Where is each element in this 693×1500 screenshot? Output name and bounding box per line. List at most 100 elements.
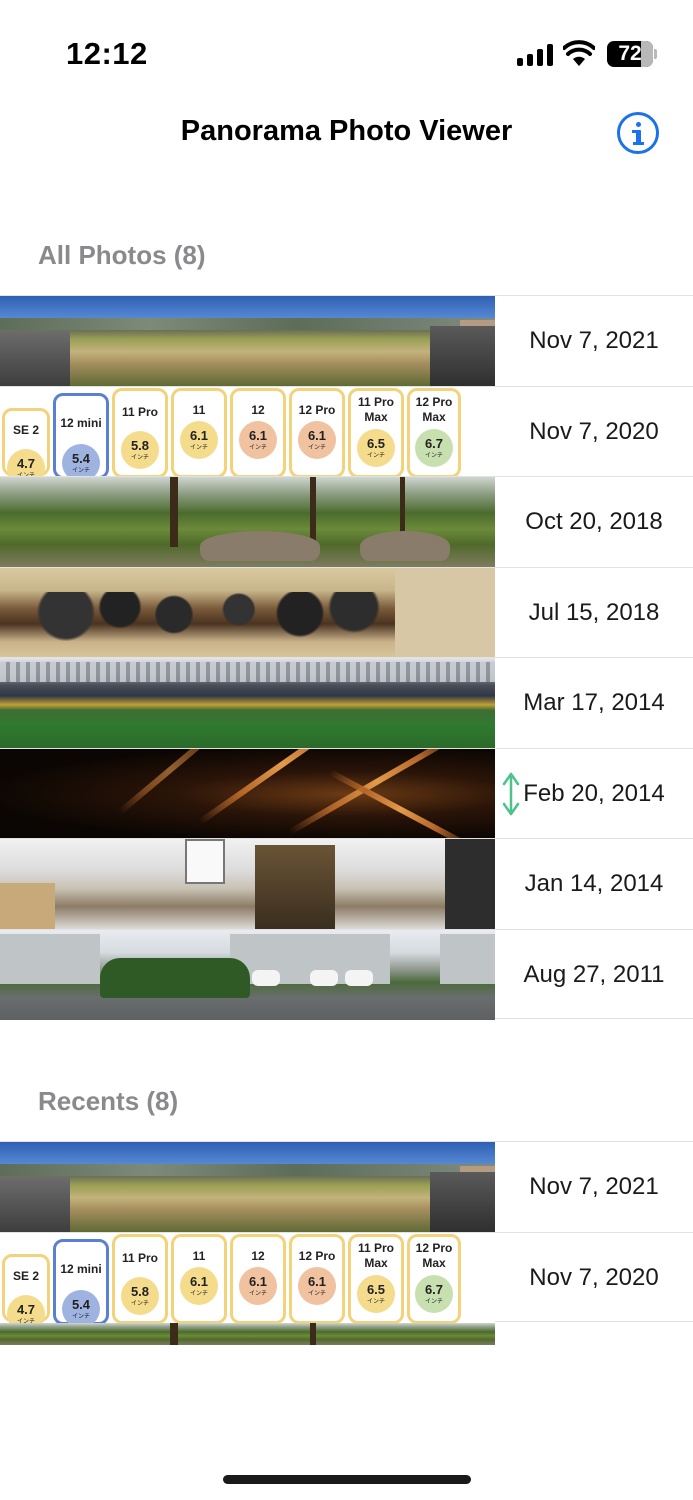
- status-time: 12:12: [66, 36, 148, 71]
- iphone-size-value: 6.1: [248, 427, 268, 443]
- iphone-size-value: 5.8: [130, 1283, 150, 1299]
- photo-date: Oct 20, 2018: [525, 508, 663, 535]
- photo-thumbnail[interactable]: [0, 477, 495, 567]
- photo-thumbnail[interactable]: [0, 296, 495, 386]
- iphone-size-badge: 5.8 インチ: [121, 430, 159, 469]
- battery-level: 72: [618, 42, 642, 65]
- photo-date: Nov 7, 2021: [529, 327, 659, 354]
- wifi-icon: [563, 40, 595, 66]
- photo-thumbnail[interactable]: [0, 658, 495, 748]
- iphone-size-value: 6.7: [424, 1281, 444, 1297]
- cellular-signal-icon: [517, 44, 553, 66]
- photo-row[interactable]: Feb 20, 2014: [0, 747, 693, 839]
- iphone-size-value: 6.5: [366, 1281, 386, 1297]
- photo-thumbnail[interactable]: [0, 1142, 495, 1232]
- photo-row[interactable]: Jul 15, 2018: [0, 566, 693, 658]
- photo-row[interactable]: SE 2 4.7 インチ 12 mini 5.4 インチ 11 Pro 5.8 インチ 11 6.1…: [0, 1231, 693, 1323]
- photo-date: Mar 17, 2014: [523, 689, 665, 716]
- photo-row[interactable]: SE 2 4.7 インチ 12 mini 5.4 インチ 11 Pro 5.8 インチ 11 6.1…: [0, 385, 693, 477]
- iphone-size-badge: 6.1 インチ: [298, 420, 336, 459]
- iphone-size-value: 5.8: [130, 437, 150, 453]
- iphone-size-unit: インチ: [248, 444, 267, 451]
- iphone-size-badge: 6.5 インチ: [357, 1274, 395, 1313]
- iphone-illustration: 12 Pro 6.1 インチ: [289, 1233, 345, 1323]
- iphone-illustration: 12 mini 5.4 インチ: [53, 1238, 109, 1323]
- iphone-size-unit: インチ: [71, 467, 90, 474]
- page-title: Panorama Photo Viewer: [180, 115, 513, 147]
- iphone-size-unit: インチ: [248, 1290, 267, 1297]
- status-bar: 12:12 72: [0, 0, 693, 100]
- iphone-illustration: SE 2 4.7 インチ: [2, 407, 50, 477]
- home-indicator[interactable]: [223, 1475, 471, 1484]
- all-photos-list: Nov 7, 2021 SE 2 4.7 インチ 12 mini 5.4 インチ 11 Pr…: [0, 295, 693, 1020]
- iphone-size-value: 5.4: [71, 1296, 91, 1312]
- iphone-size-badge: 6.5 インチ: [357, 428, 395, 467]
- iphone-size-unit: インチ: [307, 1290, 326, 1297]
- iphone-model-label: 12 Pro Max: [415, 1240, 453, 1270]
- iphone-size-unit: インチ: [189, 1290, 208, 1297]
- iphone-illustration: 12 Pro Max 6.7 インチ: [407, 387, 461, 477]
- iphone-size-value: 6.1: [307, 427, 327, 443]
- iphone-illustration: 12 Pro Max 6.7 インチ: [407, 1233, 461, 1323]
- iphone-size-badge: 6.1 インチ: [180, 1266, 218, 1305]
- recents-list: Nov 7, 2021 SE 2 4.7 インチ 12 mini 5.4 インチ 11 Pr…: [0, 1141, 693, 1323]
- iphone-size-value: 4.7: [16, 1301, 36, 1317]
- iphone-illustration: 11 Pro Max 6.5 インチ: [348, 387, 404, 477]
- photo-thumbnail[interactable]: [0, 567, 495, 658]
- iphone-size-value: 6.1: [248, 1273, 268, 1289]
- iphone-model-label: 12 mini: [60, 1261, 102, 1276]
- iphone-size-badge: 6.1 インチ: [298, 1266, 336, 1305]
- iphone-size-badge: 6.7 インチ: [415, 428, 453, 467]
- iphone-illustration: 11 Pro Max 6.5 インチ: [348, 1233, 404, 1323]
- iphone-illustration: 12 6.1 インチ: [230, 1233, 286, 1323]
- photo-row[interactable]: Nov 7, 2021: [0, 295, 693, 386]
- iphone-size-unit: インチ: [71, 1313, 90, 1320]
- photo-date: Jul 15, 2018: [528, 598, 660, 626]
- info-circle-icon[interactable]: [617, 112, 659, 154]
- section-header-recents: Recents (8): [38, 1086, 179, 1116]
- iphone-size-value: 6.5: [366, 435, 386, 451]
- photo-thumbnail[interactable]: [0, 748, 495, 839]
- photo-row[interactable]: Nov 7, 2021: [0, 1141, 693, 1232]
- iphone-size-unit: インチ: [366, 452, 385, 459]
- photo-thumbnail-partial[interactable]: [0, 1323, 495, 1345]
- iphone-model-label: 12: [251, 1248, 265, 1263]
- iphone-size-unit: インチ: [366, 1298, 385, 1305]
- iphone-model-label: 11: [192, 1248, 206, 1263]
- iphone-size-unit: インチ: [189, 444, 208, 451]
- photo-date: Aug 27, 2011: [523, 960, 665, 988]
- iphone-size-unit: インチ: [424, 1298, 443, 1305]
- photo-row[interactable]: Jan 14, 2014: [0, 838, 693, 929]
- iphone-illustration: 12 Pro 6.1 インチ: [289, 387, 345, 477]
- photo-thumbnail[interactable]: SE 2 4.7 インチ 12 mini 5.4 インチ 11 Pro 5.8 インチ 11 6.1…: [0, 386, 495, 477]
- iphone-size-badge: 6.7 インチ: [415, 1274, 453, 1313]
- photo-row[interactable]: Oct 20, 2018: [0, 476, 693, 567]
- iphone-model-label: 12: [251, 402, 265, 417]
- iphone-size-value: 6.1: [189, 1273, 209, 1289]
- iphone-model-label: 11 Pro: [121, 1250, 159, 1265]
- iphone-size-badge: 5.4 インチ: [62, 443, 100, 477]
- iphone-illustration: SE 2 4.7 インチ: [2, 1253, 50, 1323]
- iphone-model-label: 11 Pro: [121, 404, 159, 419]
- iphone-size-badge: 6.1 インチ: [180, 420, 218, 459]
- iphone-model-label: 11 Pro Max: [357, 1240, 395, 1270]
- iphone-size-badge: 6.1 インチ: [239, 1266, 277, 1305]
- iphone-size-value: 6.1: [189, 427, 209, 443]
- photo-row[interactable]: Mar 17, 2014: [0, 657, 693, 748]
- photo-row[interactable]: Aug 27, 2011: [0, 928, 693, 1020]
- photo-date: Nov 7, 2021: [529, 1173, 659, 1200]
- iphone-size-unit: インチ: [424, 452, 443, 459]
- photo-thumbnail[interactable]: [0, 929, 495, 1020]
- photo-thumbnail[interactable]: SE 2 4.7 インチ 12 mini 5.4 インチ 11 Pro 5.8 インチ 11 6.1…: [0, 1232, 495, 1323]
- iphone-model-label: 12 Pro: [298, 402, 336, 417]
- photo-date: Nov 7, 2020: [529, 1263, 659, 1291]
- iphone-size-value: 6.1: [307, 1273, 327, 1289]
- iphone-illustration: 11 Pro 5.8 インチ: [112, 387, 168, 477]
- iphone-size-badge: 5.4 インチ: [62, 1289, 100, 1323]
- iphone-model-label: 12 Pro: [298, 1248, 336, 1263]
- iphone-illustration: 11 6.1 インチ: [171, 387, 227, 477]
- iphone-size-badge: 4.7 インチ: [7, 448, 45, 477]
- iphone-illustration: 12 mini 5.4 インチ: [53, 392, 109, 477]
- photo-thumbnail[interactable]: [0, 839, 495, 929]
- iphone-size-badge: 4.7 インチ: [7, 1294, 45, 1323]
